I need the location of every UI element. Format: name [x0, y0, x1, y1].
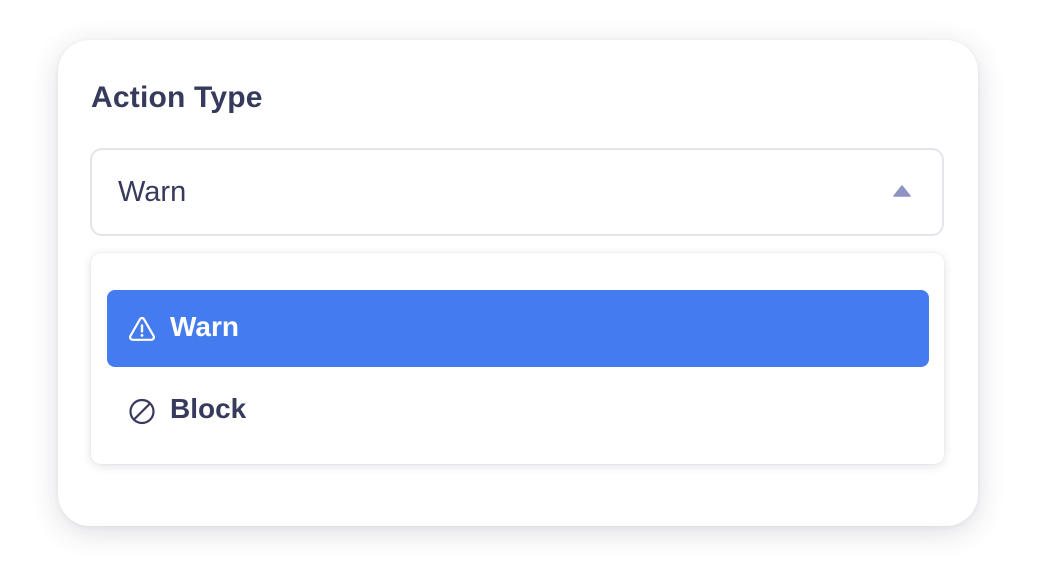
- option-block-label: Block: [170, 393, 247, 424]
- action-type-card: Action Type Warn Warn Block: [58, 40, 978, 526]
- action-type-select[interactable]: Warn: [90, 148, 944, 236]
- option-warn[interactable]: Warn: [107, 290, 929, 367]
- block-icon: [127, 396, 157, 426]
- action-type-dropdown-menu: Warn Block: [91, 253, 944, 464]
- action-type-label: Action Type: [91, 81, 263, 114]
- warning-triangle-icon: [127, 314, 157, 344]
- select-value: Warn: [118, 176, 187, 208]
- option-warn-label: Warn: [170, 311, 239, 342]
- caret-up-icon: [893, 184, 911, 197]
- option-block[interactable]: Block: [107, 372, 929, 449]
